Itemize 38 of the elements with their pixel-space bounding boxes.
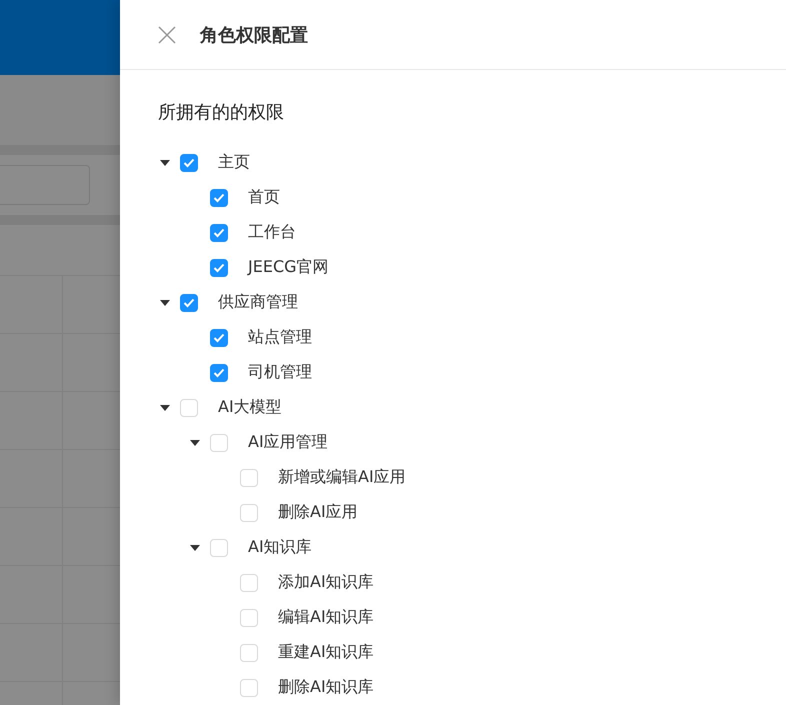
tree-item-label[interactable]: 删除AI知识库 [278,677,374,698]
caret-down-icon[interactable] [190,544,200,550]
tree-item-label[interactable]: AI大模型 [218,397,282,418]
tree-item-label[interactable]: 主页 [218,152,250,173]
caret-down-icon[interactable] [160,404,170,410]
checkmark-icon [213,228,225,238]
checkmark-icon [213,332,225,342]
checkbox[interactable] [210,328,228,346]
tree-item-label[interactable]: AI应用管理 [248,432,328,453]
tree-item-label[interactable]: 添加AI知识库 [278,572,374,593]
tree-item-label[interactable]: 站点管理 [248,327,312,348]
checkbox[interactable] [210,188,228,206]
section-title: 所拥有的的权限 [158,101,285,124]
tree-item-label[interactable]: AI知识库 [248,537,312,558]
tree-item-label[interactable]: 新增或编辑AI应用 [278,467,406,488]
tree-item-label[interactable]: 删除AI应用 [278,502,358,523]
tree-item-label[interactable]: 编辑AI知识库 [278,607,374,628]
checkbox[interactable] [210,258,228,276]
tree-item-label[interactable]: 司机管理 [248,362,312,383]
checkmark-icon [213,192,225,202]
tree-item-label[interactable]: 工作台 [248,222,296,243]
checkmark-icon [183,298,195,308]
tree-item-label[interactable]: JEECG官网 [248,257,329,278]
drawer-title: 角色权限配置 [200,24,308,46]
caret-down-icon[interactable] [160,160,170,166]
tree-item-label[interactable]: 首页 [248,187,280,208]
checkbox[interactable] [180,154,198,172]
checkbox[interactable] [210,224,228,242]
checkmark-icon [213,262,225,272]
checkbox[interactable] [210,364,228,382]
caret-down-icon[interactable] [190,440,200,446]
tree-item-label[interactable]: 重建AI知识库 [278,642,374,663]
checkbox[interactable] [180,294,198,312]
close-icon[interactable] [158,26,176,44]
caret-down-icon[interactable] [160,300,170,306]
checkmark-icon [183,158,195,168]
checkmark-icon [213,368,225,378]
tree-item-label[interactable]: 供应商管理 [218,292,298,313]
